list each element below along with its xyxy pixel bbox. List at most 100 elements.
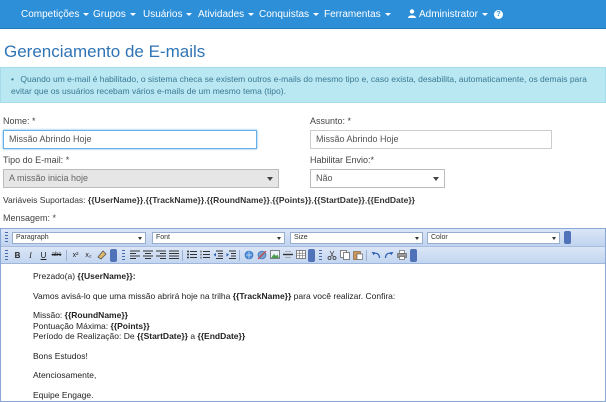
eraser-icon[interactable] [96, 250, 107, 261]
var-startdate: {{StartDate}} [313, 195, 365, 205]
font-select[interactable]: Font [152, 232, 285, 244]
align-left-icon[interactable] [129, 250, 140, 261]
indent-icon[interactable] [225, 250, 236, 261]
unlink-icon[interactable] [256, 250, 267, 261]
editor-content[interactable]: Prezado(a) {{UserName}}: Vamos avisá-lo … [1, 265, 605, 401]
color-select[interactable]: Color [427, 232, 560, 244]
print-icon[interactable] [396, 250, 407, 261]
superscript-icon[interactable]: x² [70, 250, 81, 261]
toolbar-grip[interactable] [5, 250, 8, 262]
toolbar-grip[interactable] [319, 250, 322, 262]
subject-input[interactable]: Missão Abrindo Hoje [310, 130, 552, 149]
editor-line: Equipe Engage. [33, 389, 94, 400]
color-select-value: Color [431, 234, 448, 241]
enable-select[interactable]: Não [310, 169, 445, 188]
editor-toolbar-format: Paragraph Font Size Color [1, 229, 605, 247]
nav-help[interactable]: ? [494, 0, 503, 29]
variable-token: {{Points}} [110, 320, 150, 331]
chevron-down-icon [186, 12, 193, 16]
type-select-value: A missão inicia hoje [9, 173, 89, 183]
dropdown-arrow-icon [415, 237, 419, 240]
link-icon[interactable] [243, 250, 254, 261]
nav-grupos[interactable]: Grupos [93, 0, 136, 29]
type-label: Tipo do E-mail: * [3, 155, 70, 165]
text-run: Vamos avisá-lo que uma missão abrirá hoj… [33, 290, 233, 301]
image-icon[interactable] [269, 250, 280, 261]
chevron-down-icon [83, 12, 90, 16]
bullet-list-icon[interactable] [186, 250, 197, 261]
nav-label: Usuários [143, 9, 183, 20]
info-text: Quando um e-mail é habilitado, o sistema… [11, 74, 587, 96]
editor-line: Pontuação Máxima: {{Points}} [33, 321, 605, 332]
strikethrough-icon[interactable]: abc [51, 250, 62, 261]
bold-icon[interactable]: B [12, 250, 23, 261]
dropdown-arrow-icon [138, 237, 142, 240]
paragraph-select[interactable]: Paragraph [12, 232, 146, 244]
nav-user-menu[interactable]: Administrator [408, 0, 488, 29]
chevron-down-icon [248, 12, 255, 16]
variable-token: {{EndDate}} [197, 331, 246, 341]
name-input[interactable]: Missão Abrindo Hoje [3, 130, 257, 149]
nav-atividades[interactable]: Atividades [198, 0, 255, 29]
subscript-icon[interactable]: x₂ [83, 250, 94, 261]
nav-label: Atividades [198, 9, 245, 20]
text-run: Período de Realização: De [33, 331, 137, 341]
enable-select-value: Não [316, 173, 333, 183]
variable-token: {{StartDate}} [136, 331, 188, 341]
align-right-icon[interactable] [155, 250, 166, 261]
toolbar-separator [239, 250, 240, 261]
paste-icon[interactable] [352, 250, 363, 261]
nav-user-name: Administrator [419, 9, 478, 20]
dropdown-arrow-icon [552, 237, 556, 240]
chevron-down-icon [481, 12, 488, 16]
info-alert: • Quando um e-mail é habilitado, o siste… [0, 67, 606, 103]
italic-icon[interactable]: I [25, 250, 36, 261]
size-select[interactable]: Size [290, 232, 423, 244]
nav-competicoes[interactable]: Competições [21, 0, 90, 29]
toolbar-end-icon [410, 249, 417, 262]
size-select-value: Size [294, 234, 308, 241]
top-navbar: Competições Grupos Usuários Atividades C… [0, 0, 606, 29]
dropdown-arrow-icon [277, 237, 281, 240]
enable-label: Habilitar Envio:* [310, 155, 375, 165]
horizontal-rule-icon[interactable] [282, 250, 293, 261]
align-justify-icon[interactable] [168, 250, 179, 261]
name-label: Nome: * [3, 116, 36, 126]
vars-label: Variáveis Suportadas: [3, 195, 86, 205]
message-editor: Paragraph Font Size Color B I U abc x² x… [0, 228, 606, 402]
text-run: Pontuação Máxima: [33, 320, 111, 331]
nav-usuarios[interactable]: Usuários [143, 0, 193, 29]
outdent-icon[interactable] [212, 250, 223, 261]
page-title: Gerenciamento de E-mails [4, 42, 206, 61]
underline-icon[interactable]: U [38, 250, 49, 261]
text-run: Missão: [33, 310, 65, 320]
user-icon [408, 9, 416, 18]
copy-icon[interactable] [339, 250, 350, 261]
editor-toolbar-actions: B I U abc x² x₂ [1, 247, 605, 264]
variable-token: {{TrackName}} [232, 290, 292, 301]
align-center-icon[interactable] [142, 250, 153, 261]
toolbar-grip[interactable] [122, 250, 125, 262]
var-enddate: {{EndDate}} [367, 195, 415, 205]
font-select-value: Font [156, 234, 171, 241]
numbered-list-icon[interactable] [199, 250, 210, 261]
info-bullet: • [11, 74, 14, 84]
toolbar-end-icon [308, 249, 315, 262]
toolbar-grip[interactable] [5, 232, 8, 244]
var-username: {{UserName}} [87, 195, 144, 205]
nav-ferramentas[interactable]: Ferramentas [324, 0, 391, 29]
cut-icon[interactable] [326, 250, 337, 261]
table-icon[interactable] [295, 250, 306, 261]
chevron-down-icon [129, 12, 136, 16]
variable-token: {{RoundName}} [64, 310, 128, 320]
redo-icon[interactable] [383, 250, 394, 261]
nav-label: Grupos [93, 9, 126, 20]
text-run: Prezado(a) [33, 271, 78, 281]
undo-icon[interactable] [370, 250, 381, 261]
text-run: para você realizar. Confira: [291, 290, 396, 301]
chevron-down-icon [313, 12, 320, 16]
nav-conquistas[interactable]: Conquistas [259, 0, 320, 29]
toolbar-expand-icon[interactable] [564, 231, 571, 244]
editor-line: Atenciosamente, [33, 370, 97, 380]
paragraph-select-value: Paragraph [16, 234, 49, 241]
